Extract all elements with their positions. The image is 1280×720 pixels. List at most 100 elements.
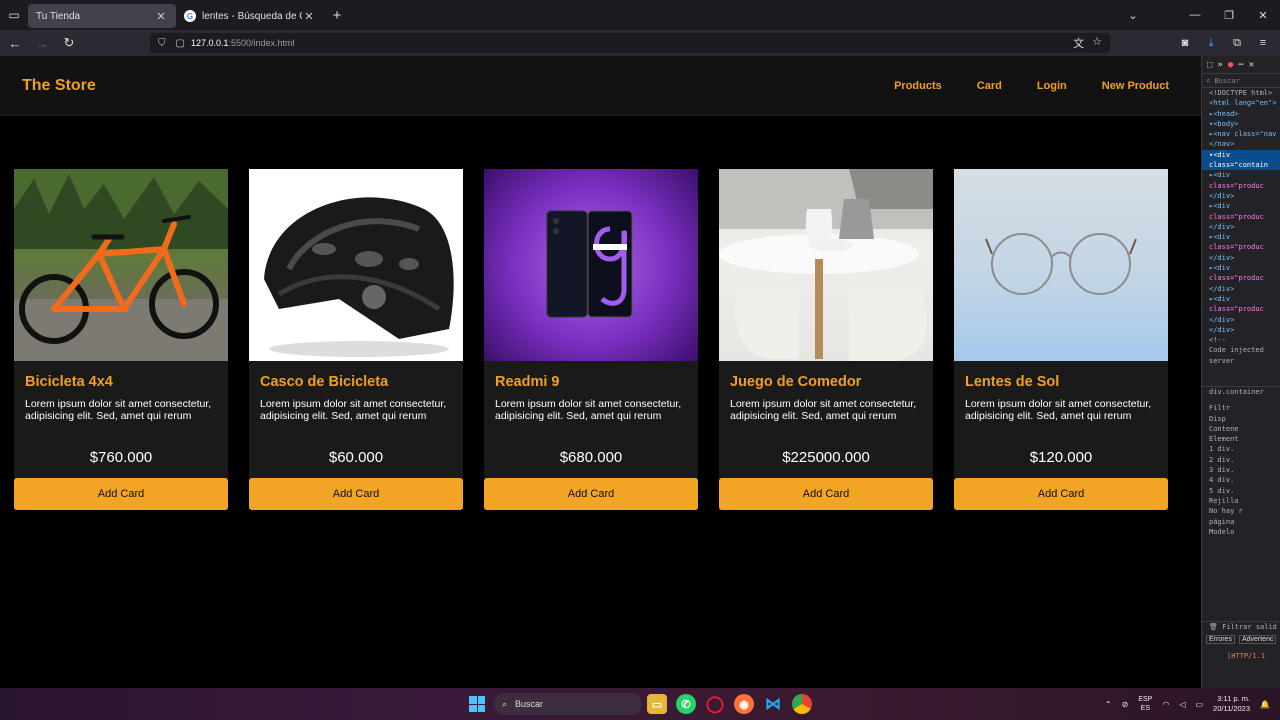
- html-line[interactable]: class="produc: [1202, 273, 1280, 283]
- add-card-button[interactable]: Add Card: [719, 478, 933, 510]
- extensions-icon[interactable]: ⧉: [1226, 37, 1248, 50]
- flex-item[interactable]: 2 div.: [1202, 455, 1280, 465]
- nav-link-card[interactable]: Card: [977, 80, 1002, 92]
- notification-bell-icon[interactable]: 🔔: [1260, 700, 1270, 709]
- bookmark-star-icon[interactable]: ☆: [1092, 35, 1102, 51]
- box-model-label[interactable]: Modelo: [1202, 527, 1280, 537]
- warnings-tab[interactable]: Advertenc: [1238, 634, 1277, 644]
- html-line[interactable]: </div>: [1202, 253, 1280, 263]
- back-icon[interactable]: ←: [3, 31, 27, 55]
- html-line[interactable]: ▸<head>: [1202, 109, 1280, 119]
- tab-tu-tienda[interactable]: Tu Tienda ✕: [28, 4, 176, 28]
- pocket-icon[interactable]: ◙: [1174, 37, 1196, 49]
- close-icon[interactable]: ✕: [154, 10, 168, 23]
- vscode-icon[interactable]: ⋈: [763, 694, 783, 714]
- download-icon[interactable]: ⤓: [1200, 37, 1222, 50]
- forward-icon[interactable]: →: [30, 31, 54, 55]
- file-explorer-icon[interactable]: ▭: [647, 694, 667, 714]
- html-line[interactable]: class="produc: [1202, 181, 1280, 191]
- filter-label[interactable]: Filtr: [1202, 403, 1280, 413]
- errors-tab[interactable]: Errores: [1206, 634, 1235, 644]
- add-card-button[interactable]: Add Card: [954, 478, 1168, 510]
- site-brand[interactable]: The Store: [22, 77, 96, 95]
- filter-output-input[interactable]: 🗑 Filtrar salid: [1202, 622, 1280, 632]
- trash-icon[interactable]: 🗑: [1209, 623, 1222, 631]
- html-line[interactable]: </div>: [1202, 222, 1280, 232]
- translate-icon[interactable]: 文: [1073, 35, 1084, 51]
- html-line[interactable]: </div>: [1202, 191, 1280, 201]
- chevron-up-icon[interactable]: ⌃: [1105, 700, 1112, 709]
- picker-icon[interactable]: ⬚: [1207, 60, 1212, 70]
- browser-nav-bar: ← → ↻ ⛉ ▢ 127.0.0.1:5500/index.html 文 ☆ …: [0, 30, 1280, 56]
- add-card-button[interactable]: Add Card: [249, 478, 463, 510]
- html-line[interactable]: <!--: [1202, 335, 1280, 345]
- html-line[interactable]: ▸<nav class="nav: [1202, 129, 1280, 139]
- reload-icon[interactable]: ↻: [57, 31, 81, 55]
- grid-label[interactable]: Rejilla: [1202, 496, 1280, 506]
- add-card-button[interactable]: Add Card: [484, 478, 698, 510]
- nav-link-new-product[interactable]: New Product: [1102, 80, 1169, 92]
- close-icon[interactable]: ✕: [1249, 60, 1254, 70]
- wifi-icon[interactable]: ◠: [1162, 700, 1169, 709]
- flex-item[interactable]: 4 div.: [1202, 475, 1280, 485]
- html-line[interactable]: </div>: [1202, 284, 1280, 294]
- html-line[interactable]: Code injected: [1202, 345, 1280, 355]
- new-tab-button[interactable]: +: [324, 7, 350, 24]
- opera-icon[interactable]: ◯: [705, 694, 725, 714]
- html-line[interactable]: server: [1202, 356, 1280, 366]
- panel-label[interactable]: Disp: [1202, 414, 1280, 424]
- language-indicator[interactable]: ESP ES: [1138, 695, 1152, 713]
- product-description: Lorem ipsum dolor sit amet consectetur, …: [25, 398, 212, 422]
- html-line[interactable]: </nav>: [1202, 139, 1280, 149]
- taskbar-search[interactable]: ⌕ Buscar: [494, 693, 642, 715]
- flex-item[interactable]: 1 div.: [1202, 444, 1280, 454]
- html-line-selected[interactable]: class="contain: [1202, 160, 1280, 171]
- shield-icon[interactable]: ⛉: [158, 38, 166, 49]
- html-line-selected[interactable]: ▾<div: [1202, 149, 1280, 161]
- clock[interactable]: 3:11 p. m. 20/11/2023: [1213, 694, 1250, 714]
- html-line[interactable]: <!DOCTYPE html>: [1202, 88, 1280, 98]
- html-line[interactable]: class="produc: [1202, 242, 1280, 252]
- windows-start-icon[interactable]: [469, 696, 485, 712]
- flex-item[interactable]: 3 div.: [1202, 465, 1280, 475]
- devtools-search[interactable]: ⌕ Buscar: [1202, 74, 1280, 88]
- close-icon[interactable]: ✕: [302, 10, 316, 23]
- html-line[interactable]: ▸<div: [1202, 294, 1280, 304]
- menu-icon[interactable]: ≡: [1252, 37, 1274, 49]
- url-bar[interactable]: ⛉ ▢ 127.0.0.1:5500/index.html 文 ☆: [150, 33, 1110, 53]
- network-off-icon[interactable]: ⊘: [1122, 700, 1129, 709]
- tab-google-search[interactable]: G lentes - Búsqueda de Google ✕: [176, 4, 324, 28]
- html-line[interactable]: ▸<div: [1202, 263, 1280, 273]
- tab-list-icon[interactable]: ▭: [0, 0, 28, 30]
- html-line[interactable]: ▸<div: [1202, 170, 1280, 180]
- more-tools-icon[interactable]: »: [1217, 60, 1222, 70]
- breadcrumb[interactable]: div.container: [1202, 387, 1280, 397]
- nav-link-products[interactable]: Products: [894, 80, 942, 92]
- flex-item[interactable]: 5 div.: [1202, 486, 1280, 496]
- restore-icon[interactable]: ❐: [1212, 9, 1246, 22]
- product-image-dining-set: [719, 169, 933, 361]
- minimize-icon[interactable]: —: [1178, 9, 1212, 21]
- html-line[interactable]: </div>: [1202, 315, 1280, 325]
- taskbar-search-label: Buscar: [515, 699, 544, 709]
- chrome-icon[interactable]: [792, 694, 812, 714]
- console-filters: Errores Advertenc: [1202, 632, 1280, 646]
- html-line[interactable]: class="produc: [1202, 304, 1280, 314]
- battery-icon[interactable]: ▭: [1195, 700, 1203, 709]
- chevron-down-icon[interactable]: ⌄: [1116, 9, 1150, 22]
- html-line[interactable]: </div>: [1202, 325, 1280, 335]
- product-title: Juego de Comedor: [730, 374, 862, 390]
- volume-icon[interactable]: ◁: [1179, 700, 1185, 709]
- html-line[interactable]: ▸<div: [1202, 232, 1280, 242]
- firefox-icon[interactable]: ◉: [734, 694, 754, 714]
- taskbar: ⌕ Buscar ▭ ✆ ◯ ◉ ⋈ ⌃ ⊘ ESP ES ◠ ◁ ▭ 3:11…: [0, 688, 1280, 720]
- more-icon[interactable]: ⋯: [1238, 60, 1243, 70]
- html-line[interactable]: class="produc: [1202, 212, 1280, 222]
- html-line[interactable]: ▾<body>: [1202, 119, 1280, 129]
- whatsapp-icon[interactable]: ✆: [676, 694, 696, 714]
- close-window-icon[interactable]: ✕: [1246, 9, 1280, 22]
- html-line[interactable]: ▸<div: [1202, 201, 1280, 211]
- html-line[interactable]: <html lang="en">: [1202, 98, 1280, 108]
- nav-link-login[interactable]: Login: [1037, 80, 1067, 92]
- add-card-button[interactable]: Add Card: [14, 478, 228, 510]
